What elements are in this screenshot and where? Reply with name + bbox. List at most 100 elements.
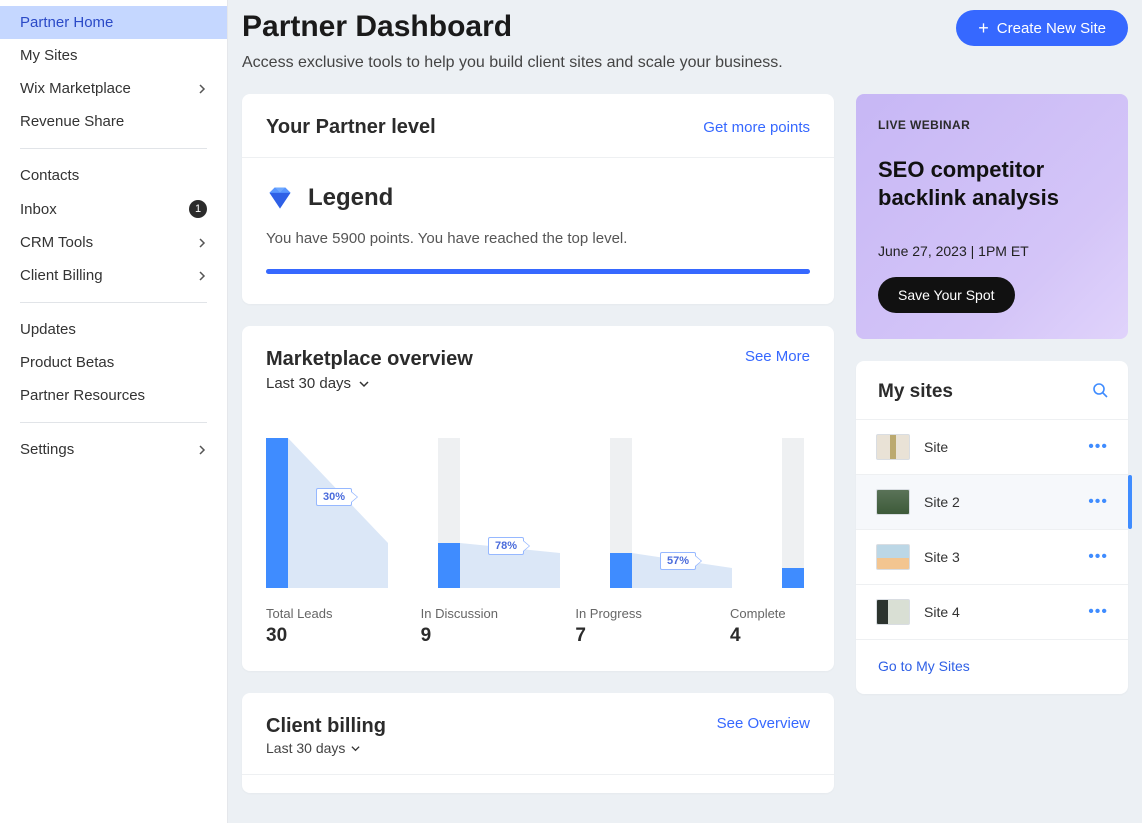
nav-revenue-share[interactable]: Revenue Share <box>0 105 227 138</box>
site-row[interactable]: Site 2 ••• <box>856 474 1128 529</box>
promo-tag: LIVE WEBINAR <box>878 118 1106 132</box>
level-name: Legend <box>308 184 393 212</box>
chart-bar-fill <box>610 553 632 588</box>
conversion-tag: 30% <box>316 488 352 506</box>
chart-bar-bg <box>438 438 460 588</box>
marketplace-period-dropdown[interactable]: Last 30 days <box>266 375 473 392</box>
chart-bar-bg <box>610 438 632 588</box>
period-label: Last 30 days <box>266 740 345 756</box>
stage-label: Total Leads 30 <box>266 606 421 647</box>
site-thumbnail <box>876 544 910 570</box>
my-sites-card: My sites Site ••• Site 2 ••• <box>856 361 1128 694</box>
conversion-tag: 57% <box>660 552 696 570</box>
chart-bar-fill <box>438 543 460 588</box>
nav-settings[interactable]: Settings <box>0 433 227 466</box>
nav-label: Product Betas <box>20 354 207 371</box>
funnel-connector <box>288 438 388 588</box>
level-progress-fill <box>266 269 810 274</box>
go-to-my-sites-link[interactable]: Go to My Sites <box>878 658 970 674</box>
divider <box>20 422 207 423</box>
more-actions-icon[interactable]: ••• <box>1088 548 1108 566</box>
create-btn-label: Create New Site <box>997 20 1106 37</box>
chevron-right-icon <box>197 271 207 281</box>
sidebar: Partner Home My Sites Wix Marketplace Re… <box>0 0 228 823</box>
site-name: Site <box>924 439 1074 455</box>
nav-partner-home[interactable]: Partner Home <box>0 6 227 39</box>
nav-contacts[interactable]: Contacts <box>0 159 227 192</box>
nav-client-billing[interactable]: Client Billing <box>0 259 227 292</box>
chevron-right-icon <box>197 445 207 455</box>
level-progress-bar <box>266 269 810 274</box>
stage-value: 30 <box>266 625 421 647</box>
chevron-down-icon <box>359 379 369 389</box>
more-actions-icon[interactable]: ••• <box>1088 438 1108 456</box>
site-row[interactable]: Site ••• <box>856 419 1128 474</box>
chevron-right-icon <box>197 84 207 94</box>
stage-name: Total Leads <box>266 606 421 621</box>
site-thumbnail <box>876 434 910 460</box>
my-sites-title: My sites <box>878 381 953 403</box>
get-more-points-link[interactable]: Get more points <box>703 119 810 136</box>
marketplace-overview-card: Marketplace overview Last 30 days See Mo… <box>242 326 834 671</box>
funnel-chart: 30% 78% <box>266 428 810 588</box>
stage-label: In Discussion 9 <box>421 606 576 647</box>
diamond-icon <box>266 184 294 212</box>
chart-stage: 30% <box>266 428 438 588</box>
nav-label: Revenue Share <box>20 113 207 130</box>
nav-inbox[interactable]: Inbox 1 <box>0 192 227 226</box>
chart-bar-bg <box>782 438 804 588</box>
stage-name: In Progress <box>575 606 730 621</box>
nav-label: Partner Resources <box>20 387 207 404</box>
nav-label: Contacts <box>20 167 207 184</box>
client-billing-see-overview-link[interactable]: See Overview <box>717 715 810 732</box>
inbox-badge: 1 <box>189 200 207 218</box>
site-name: Site 4 <box>924 604 1074 620</box>
site-thumbnail <box>876 599 910 625</box>
webinar-promo-card: LIVE WEBINAR SEO competitor backlink ana… <box>856 94 1128 339</box>
chart-stage: 57% <box>610 428 782 588</box>
marketplace-title: Marketplace overview <box>266 348 473 371</box>
nav-crm-tools[interactable]: CRM Tools <box>0 226 227 259</box>
chevron-down-icon <box>351 744 360 753</box>
stage-name: Complete <box>730 606 810 621</box>
site-row[interactable]: Site 4 ••• <box>856 584 1128 639</box>
more-actions-icon[interactable]: ••• <box>1088 493 1108 511</box>
marketplace-see-more-link[interactable]: See More <box>745 348 810 365</box>
stage-label: In Progress 7 <box>575 606 730 647</box>
chevron-right-icon <box>197 238 207 248</box>
more-actions-icon[interactable]: ••• <box>1088 603 1108 621</box>
conversion-tag: 78% <box>488 537 524 555</box>
chart-stage <box>782 428 810 588</box>
nav-updates[interactable]: Updates <box>0 313 227 346</box>
stage-value: 7 <box>575 625 730 647</box>
plus-icon: + <box>978 19 989 37</box>
chart-stage: 78% <box>438 428 610 588</box>
save-your-spot-button[interactable]: Save Your Spot <box>878 277 1015 313</box>
nav-label: Partner Home <box>20 14 207 31</box>
chart-bar-fill <box>266 438 288 588</box>
nav-label: Settings <box>20 441 197 458</box>
stage-value: 4 <box>730 625 810 647</box>
period-label: Last 30 days <box>266 375 351 392</box>
client-billing-period-dropdown[interactable]: Last 30 days <box>266 740 386 756</box>
partner-level-title: Your Partner level <box>266 116 436 139</box>
stage-name: In Discussion <box>421 606 576 621</box>
page-title: Partner Dashboard <box>242 10 512 44</box>
create-new-site-button[interactable]: + Create New Site <box>956 10 1128 46</box>
site-name: Site 3 <box>924 549 1074 565</box>
promo-date: June 27, 2023 | 1PM ET <box>878 243 1106 259</box>
nav-product-betas[interactable]: Product Betas <box>0 346 227 379</box>
nav-wix-marketplace[interactable]: Wix Marketplace <box>0 72 227 105</box>
site-name: Site 2 <box>924 494 1074 510</box>
page-subtitle: Access exclusive tools to help you build… <box>242 54 1128 72</box>
nav-label: Client Billing <box>20 267 197 284</box>
nav-partner-resources[interactable]: Partner Resources <box>0 379 227 412</box>
search-icon[interactable] <box>1092 382 1108 403</box>
chart-bar-fill <box>782 568 804 588</box>
site-row[interactable]: Site 3 ••• <box>856 529 1128 584</box>
site-thumbnail <box>876 489 910 515</box>
nav-label: CRM Tools <box>20 234 197 251</box>
nav-label: Updates <box>20 321 207 338</box>
nav-my-sites[interactable]: My Sites <box>0 39 227 72</box>
stage-value: 9 <box>421 625 576 647</box>
